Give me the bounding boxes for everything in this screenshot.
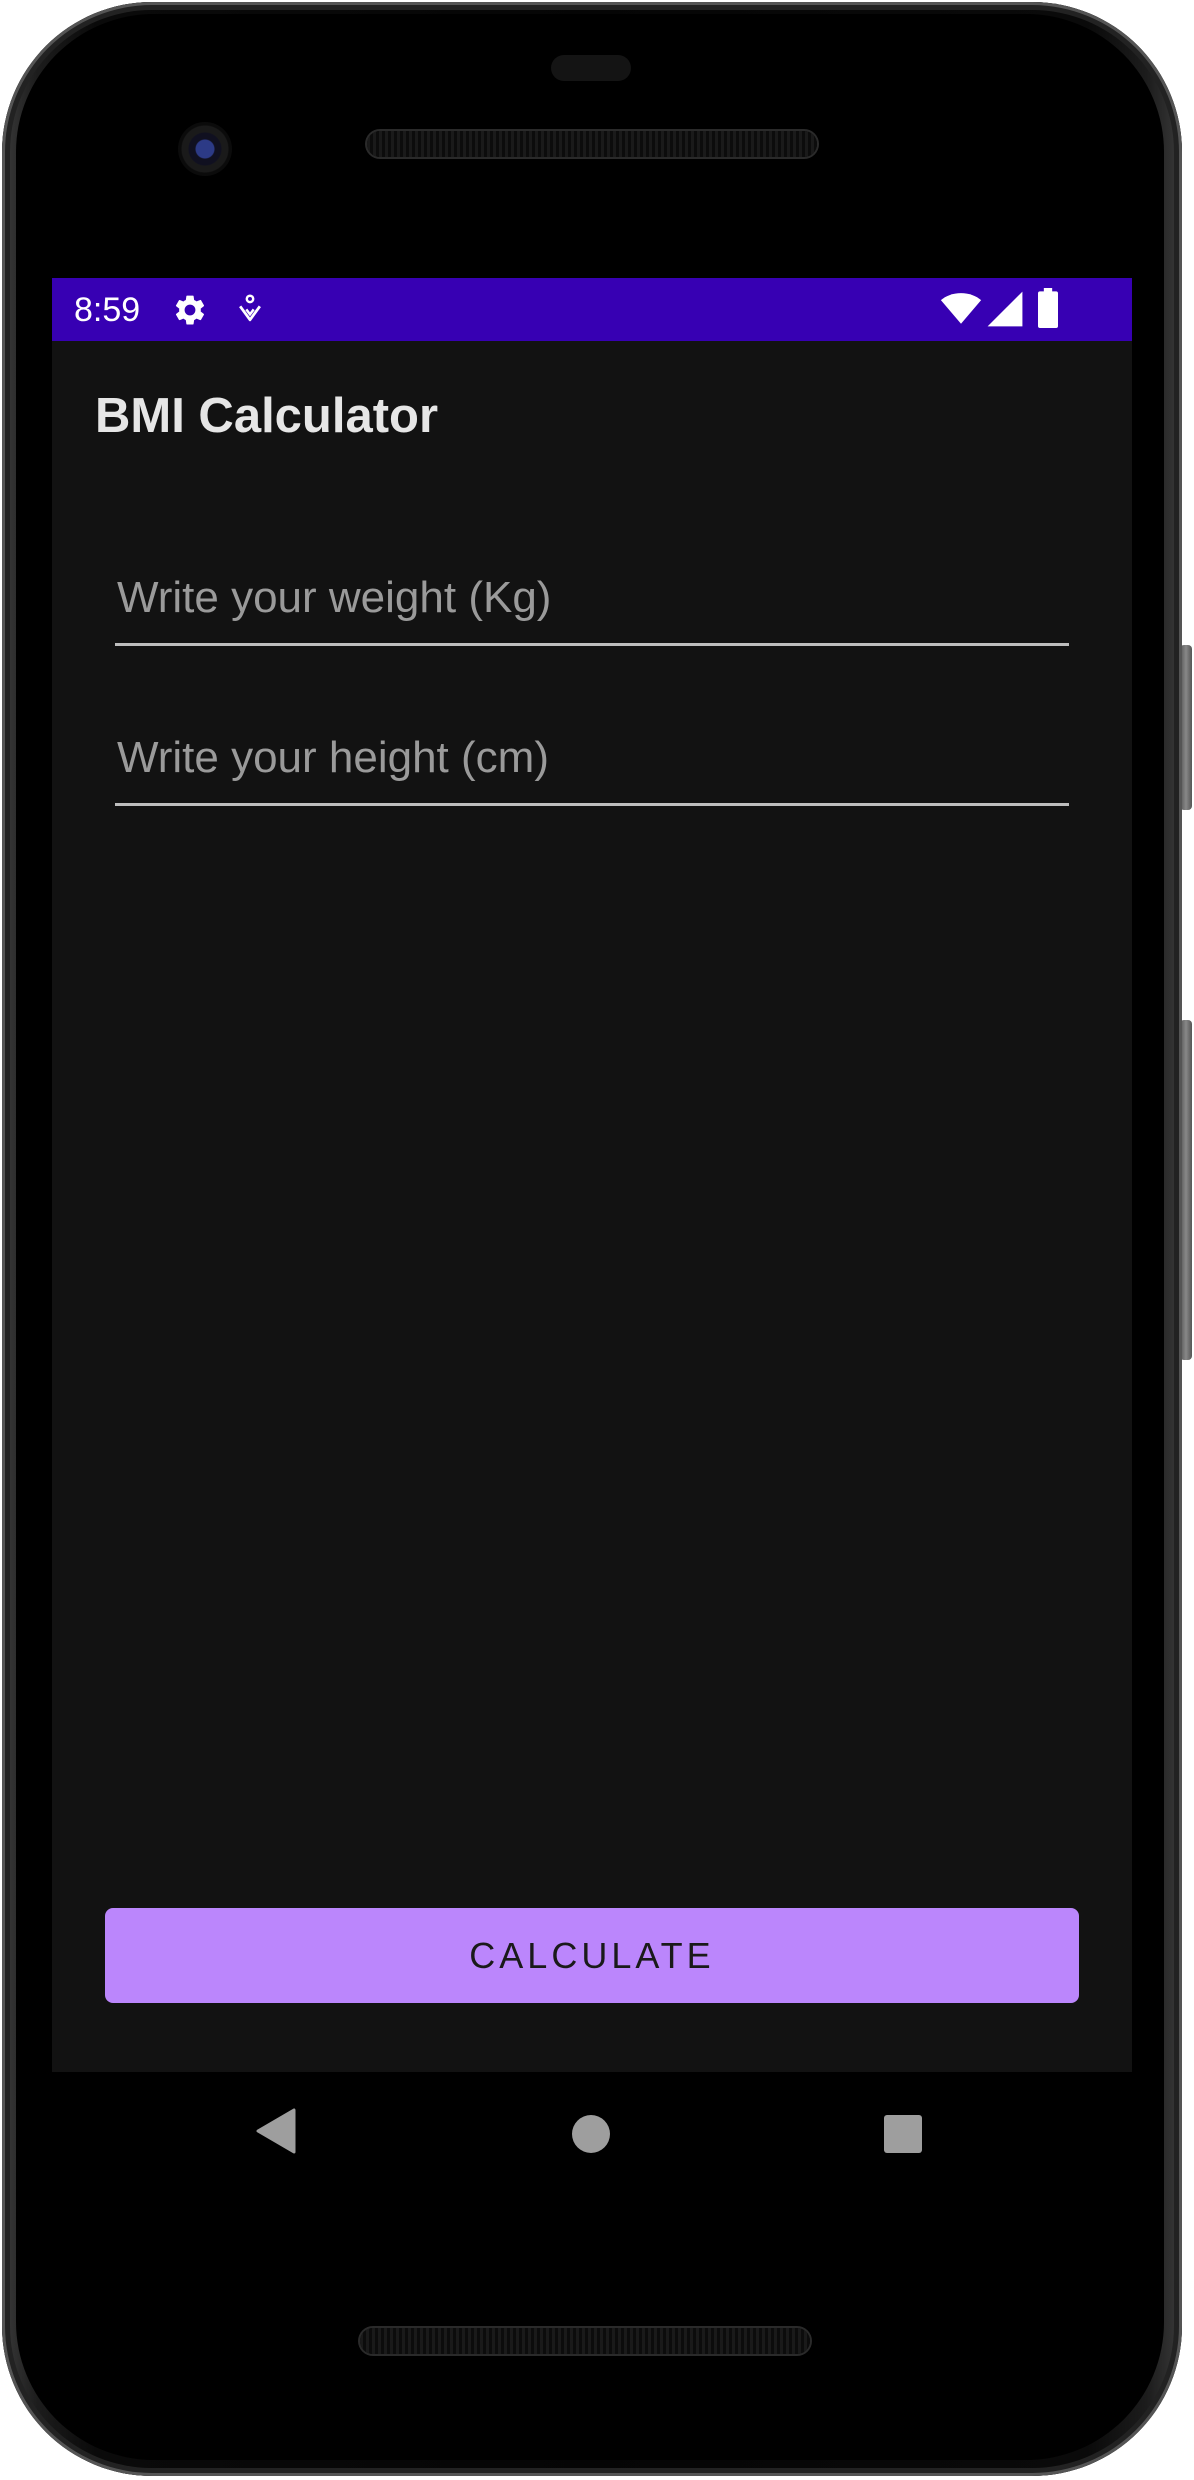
- status-time: 8:59: [74, 291, 141, 329]
- battery-icon: [1037, 288, 1059, 333]
- app-title: BMI Calculator: [95, 389, 439, 443]
- weight-input[interactable]: [115, 560, 1069, 646]
- bottom-speaker: [360, 2328, 810, 2354]
- back-icon[interactable]: [256, 2108, 296, 2159]
- earpiece-speaker: [367, 131, 817, 157]
- calculate-button[interactable]: CALCULATE: [105, 1908, 1079, 2003]
- signal-icon: [986, 290, 1024, 333]
- weight-field: [115, 560, 1069, 650]
- front-camera-icon: [178, 122, 232, 176]
- height-input[interactable]: [115, 720, 1069, 806]
- sensor-slot: [551, 55, 631, 81]
- height-field: [115, 720, 1069, 810]
- gear-icon: [172, 292, 208, 333]
- status-bar: 8:59: [52, 278, 1132, 341]
- home-icon[interactable]: [571, 2114, 611, 2159]
- accessibility-icon: [235, 294, 265, 331]
- wifi-icon: [940, 290, 982, 331]
- phone-frame: 8:59 BMI Calculator Write your weight (K…: [0, 0, 1194, 2480]
- screen: 8:59 BMI Calculator Write your weight (K…: [52, 278, 1132, 2072]
- recents-icon[interactable]: [883, 2114, 923, 2159]
